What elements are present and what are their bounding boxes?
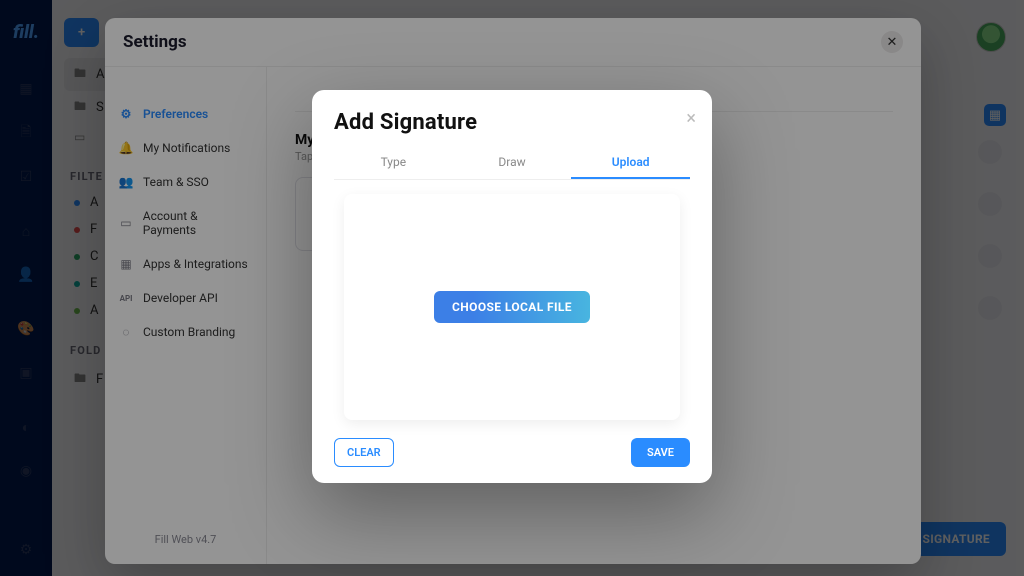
tab-upload[interactable]: Upload: [571, 149, 690, 179]
close-icon[interactable]: ×: [686, 108, 696, 129]
clear-button[interactable]: CLEAR: [334, 438, 394, 467]
save-button[interactable]: SAVE: [631, 438, 690, 467]
tab-type[interactable]: Type: [334, 149, 453, 179]
tab-draw[interactable]: Draw: [453, 149, 572, 179]
signature-tabs: Type Draw Upload: [334, 149, 690, 180]
add-signature-title: Add Signature: [334, 110, 690, 135]
add-signature-modal: Add Signature × Type Draw Upload CHOOSE …: [312, 90, 712, 483]
upload-dropzone[interactable]: CHOOSE LOCAL FILE: [344, 194, 680, 420]
choose-file-button[interactable]: CHOOSE LOCAL FILE: [434, 291, 590, 323]
